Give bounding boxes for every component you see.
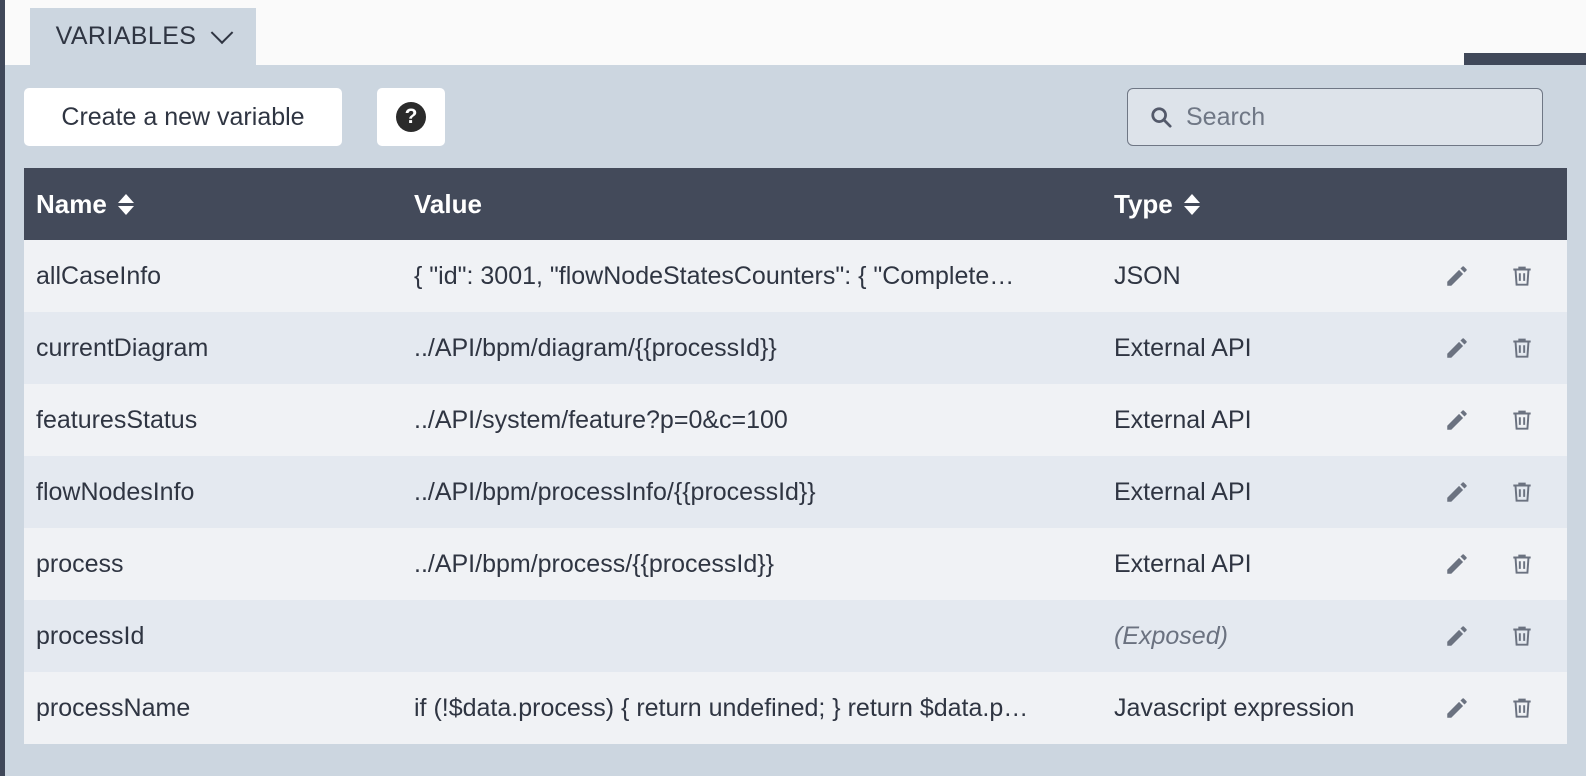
pencil-icon[interactable] (1444, 335, 1470, 361)
help-button[interactable]: ? (377, 88, 445, 146)
cell-row-actions (1424, 335, 1567, 361)
table-row[interactable]: flowNodesInfo../API/bpm/processInfo/{{pr… (24, 456, 1567, 528)
cell-variable-type: Javascript expression (1114, 694, 1424, 723)
table-row[interactable]: processNameif (!$data.process) { return … (24, 672, 1567, 744)
cell-variable-value: ../API/bpm/processInfo/{{processId}} (414, 478, 1114, 507)
tab-strip: VARIABLES (0, 0, 1586, 65)
cell-variable-value: if (!$data.process) { return undefined; … (414, 694, 1114, 723)
table-row[interactable]: process../API/bpm/process/{{processId}}E… (24, 528, 1567, 600)
variables-table: Name Value Type allCaseInfo{ "id": 3001,… (24, 168, 1567, 744)
table-row[interactable]: allCaseInfo{ "id": 3001, "flowNodeStates… (24, 240, 1567, 312)
cell-row-actions (1424, 407, 1567, 433)
search-input[interactable] (1186, 103, 1516, 132)
column-header-type-label: Type (1114, 189, 1173, 220)
cell-variable-type: (Exposed) (1114, 622, 1424, 651)
table-row[interactable]: featuresStatus../API/system/feature?p=0&… (24, 384, 1567, 456)
pencil-icon[interactable] (1444, 551, 1470, 577)
chevron-down-icon (211, 21, 234, 44)
create-new-variable-button[interactable]: Create a new variable (24, 88, 342, 146)
cell-variable-value: { "id": 3001, "flowNodeStatesCounters": … (414, 262, 1114, 291)
column-header-value: Value (414, 189, 1114, 220)
trash-icon[interactable] (1509, 623, 1535, 649)
cell-row-actions (1424, 623, 1567, 649)
cell-variable-name: currentDiagram (24, 334, 414, 363)
table-row[interactable]: currentDiagram../API/bpm/diagram/{{proce… (24, 312, 1567, 384)
column-header-value-label: Value (414, 189, 482, 220)
cell-variable-name: featuresStatus (24, 406, 414, 435)
pencil-icon[interactable] (1444, 407, 1470, 433)
column-header-name-label: Name (36, 189, 107, 220)
pencil-icon[interactable] (1444, 479, 1470, 505)
cell-variable-name: flowNodesInfo (24, 478, 414, 507)
sort-arrows-icon (118, 194, 134, 215)
trash-icon[interactable] (1509, 407, 1535, 433)
trash-icon[interactable] (1509, 551, 1535, 577)
tab-variables[interactable]: VARIABLES (30, 8, 256, 65)
cell-variable-value: ../API/bpm/diagram/{{processId}} (414, 334, 1114, 363)
tab-variables-label: VARIABLES (56, 22, 197, 51)
cell-variable-name: processId (24, 622, 414, 651)
window-left-edge (0, 0, 5, 776)
cell-variable-type: External API (1114, 334, 1424, 363)
cell-row-actions (1424, 263, 1567, 289)
help-circle-icon: ? (396, 102, 426, 132)
trash-icon[interactable] (1509, 479, 1535, 505)
table-body: allCaseInfo{ "id": 3001, "flowNodeStates… (24, 240, 1567, 744)
cell-variable-type: External API (1114, 406, 1424, 435)
horizontal-scrollbar-thumb[interactable] (1464, 53, 1586, 65)
pencil-icon[interactable] (1444, 263, 1470, 289)
cell-variable-name: processName (24, 694, 414, 723)
variables-toolbar: Create a new variable ? (5, 65, 1586, 168)
column-header-name[interactable]: Name (24, 189, 414, 220)
pencil-icon[interactable] (1444, 695, 1470, 721)
sort-arrows-icon (1184, 194, 1200, 215)
search-box[interactable] (1127, 88, 1543, 146)
search-icon (1150, 106, 1172, 128)
column-header-type[interactable]: Type (1114, 189, 1424, 220)
pencil-icon[interactable] (1444, 623, 1470, 649)
trash-icon[interactable] (1509, 263, 1535, 289)
table-row[interactable]: processId (Exposed) (24, 600, 1567, 672)
cell-variable-value: ../API/system/feature?p=0&c=100 (414, 406, 1114, 435)
cell-variable-type: JSON (1114, 262, 1424, 291)
cell-row-actions (1424, 479, 1567, 505)
cell-variable-name: process (24, 550, 414, 579)
table-header-row: Name Value Type (24, 168, 1567, 240)
variables-panel: Create a new variable ? Name Value Type (5, 65, 1586, 776)
trash-icon[interactable] (1509, 695, 1535, 721)
cell-variable-name: allCaseInfo (24, 262, 414, 291)
cell-variable-type: External API (1114, 478, 1424, 507)
trash-icon[interactable] (1509, 335, 1535, 361)
cell-variable-type: External API (1114, 550, 1424, 579)
cell-row-actions (1424, 695, 1567, 721)
cell-variable-value: ../API/bpm/process/{{processId}} (414, 550, 1114, 579)
cell-row-actions (1424, 551, 1567, 577)
